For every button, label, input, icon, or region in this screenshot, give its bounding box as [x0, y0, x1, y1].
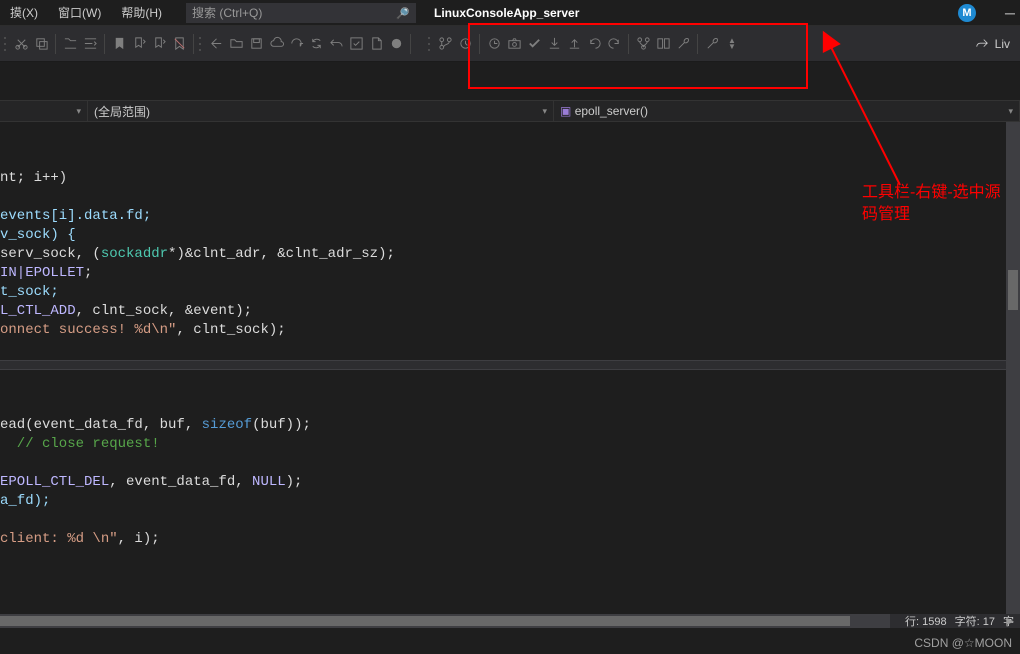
settings-icon[interactable] [703, 35, 721, 53]
search-icon [396, 6, 410, 20]
navigation-bar: ▾ (全局范围) ▾ ▣ epoll_server() ▾ [0, 100, 1020, 122]
bookmark-prev-icon[interactable] [130, 35, 148, 53]
toolbar-separator [410, 34, 411, 54]
search-input[interactable]: 搜索 (Ctrl+Q) [186, 3, 416, 23]
check-icon[interactable] [347, 35, 365, 53]
history-icon[interactable] [456, 35, 474, 53]
wrench-icon[interactable] [674, 35, 692, 53]
chevron-down-icon: ▾ [76, 106, 81, 117]
scrollbar-thumb[interactable] [1008, 270, 1018, 310]
refresh-icon[interactable] [287, 35, 305, 53]
editor-split-handle[interactable] [0, 360, 1020, 370]
nav-scope-dropdown[interactable]: (全局范围) ▾ [88, 100, 554, 122]
scrollbar-thumb[interactable] [0, 616, 850, 626]
branch-icon[interactable] [436, 35, 454, 53]
toolbar: ▲▼ Liv [0, 26, 1020, 62]
folder-open-icon[interactable] [227, 35, 245, 53]
live-share-label: Liv [995, 37, 1010, 51]
toolbar-separator [193, 34, 194, 54]
merge-icon[interactable] [634, 35, 652, 53]
record-icon[interactable] [387, 35, 405, 53]
nav-function-label: epoll_server() [575, 104, 648, 118]
cube-icon: ▣ [560, 104, 571, 118]
cloud-icon[interactable] [267, 35, 285, 53]
clock-icon[interactable] [485, 35, 503, 53]
overflow-icon[interactable]: ▲▼ [723, 35, 741, 53]
chevron-down-icon: ▾ [1008, 106, 1013, 117]
scrollbar-horizontal[interactable]: ▶ [0, 614, 1020, 628]
live-share-button[interactable]: Liv [975, 37, 1010, 51]
cut-icon[interactable] [12, 35, 30, 53]
toolbar-grip[interactable] [4, 35, 8, 53]
upload-icon[interactable] [565, 35, 583, 53]
status-chars: 字符: 17 [955, 613, 995, 629]
toolbar-separator [104, 34, 105, 54]
search-placeholder: 搜索 (Ctrl+Q) [192, 4, 262, 21]
toolbar-grip[interactable] [199, 35, 203, 53]
status-bar: 行: 1598 字符: 17 字 [890, 614, 1020, 628]
bookmark-clear-icon[interactable] [170, 35, 188, 53]
toolbar-separator [55, 34, 56, 54]
status-line: 行: 1598 [905, 613, 947, 629]
menubar: 摸(X) 窗口(W) 帮助(H) 搜索 (Ctrl+Q) LinuxConsol… [0, 0, 1020, 26]
nav-function-dropdown[interactable]: ▣ epoll_server() ▾ [554, 100, 1020, 122]
tab-icon[interactable] [61, 35, 79, 53]
toolbar-separator [479, 34, 480, 54]
nav-project-dropdown[interactable]: ▾ [0, 100, 88, 122]
save-icon[interactable] [247, 35, 265, 53]
nav-back-icon[interactable] [207, 35, 225, 53]
watermark: CSDN @☆MOON [914, 636, 1012, 650]
scrollbar-vertical[interactable] [1006, 122, 1020, 614]
copy-icon[interactable] [32, 35, 50, 53]
chevron-down-icon: ▾ [542, 106, 547, 117]
bookmark-icon[interactable] [110, 35, 128, 53]
menu-help[interactable]: 帮助(H) [115, 2, 168, 23]
avatar[interactable]: M [958, 4, 976, 22]
new-file-icon[interactable] [367, 35, 385, 53]
camera-icon[interactable] [505, 35, 523, 53]
share-icon [975, 37, 989, 51]
solution-title: LinuxConsoleApp_server [434, 6, 579, 20]
menu-x[interactable]: 摸(X) [4, 2, 44, 23]
minimize-icon[interactable]: ─ [1004, 5, 1016, 21]
nav-scope-label: (全局范围) [94, 103, 150, 120]
code-editor[interactable]: nt; i++) events[i].data.fd; v_sock) { se… [0, 124, 1006, 628]
menu-window[interactable]: 窗口(W) [52, 2, 107, 23]
checkmark-icon[interactable] [525, 35, 543, 53]
redo-icon[interactable] [605, 35, 623, 53]
revert-icon[interactable] [585, 35, 603, 53]
toolbar-separator [628, 34, 629, 54]
bookmark-next-icon[interactable] [150, 35, 168, 53]
sync-icon[interactable] [307, 35, 325, 53]
scroll-right-icon[interactable]: ▶ [1006, 616, 1014, 627]
download-icon[interactable] [545, 35, 563, 53]
indent-icon[interactable] [81, 35, 99, 53]
diff-icon[interactable] [654, 35, 672, 53]
toolbar-grip[interactable] [428, 35, 432, 53]
undo-icon[interactable] [327, 35, 345, 53]
toolbar-separator [697, 34, 698, 54]
